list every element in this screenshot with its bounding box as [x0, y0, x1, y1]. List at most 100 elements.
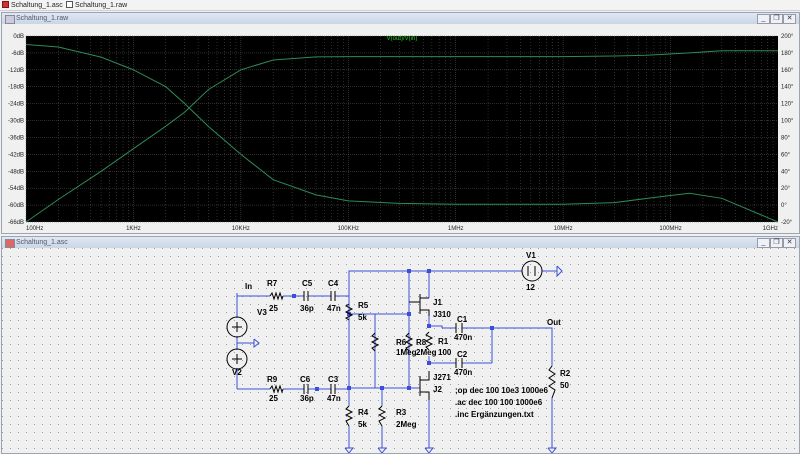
- left-axis-tick-label: -18dB: [8, 85, 24, 91]
- label-c6: C6: [300, 375, 311, 384]
- label-v3: V3: [257, 308, 267, 317]
- schematic-window-icon: [5, 239, 15, 248]
- label-r9: R9: [267, 375, 278, 384]
- label-c6-value: 36p: [300, 394, 314, 403]
- left-axis-tick-label: -42dB: [8, 152, 24, 158]
- label-v1: V1: [526, 251, 536, 260]
- label-r3: R3: [396, 408, 407, 417]
- label-r5-value: 5k: [358, 313, 367, 322]
- label-j2: J2: [433, 385, 442, 394]
- right-axis-tick-label: -20°: [781, 220, 793, 226]
- left-axis-tick-label: -36dB: [8, 135, 24, 141]
- schematic-window: Schaltung_1.asc _ ❐ ✕ In Out R7 25 C5 36…: [1, 236, 800, 454]
- x-axis-tick-label: 100Hz: [26, 226, 43, 232]
- label-v1-value: 12: [526, 283, 535, 292]
- spice-directive-inc[interactable]: .inc Ergänzungen.txt: [455, 410, 534, 419]
- right-axis-tick-label: 160°: [781, 68, 794, 74]
- right-axis-tick-label: 20°: [781, 186, 791, 192]
- schematic-canvas[interactable]: In Out R7 25 C5 36p C4 47n R5 5k R6 1Meg…: [2, 248, 799, 453]
- x-axis-tick-label: 100KHz: [338, 226, 359, 232]
- label-c4-value: 47n: [327, 304, 341, 313]
- close-button[interactable]: ✕: [783, 238, 796, 248]
- label-j2-value: J271: [433, 373, 451, 382]
- x-axis-tick-label: 1KHz: [126, 226, 141, 232]
- label-j1-value: J310: [433, 310, 451, 319]
- label-j1: J1: [433, 298, 442, 307]
- minimize-button[interactable]: _: [757, 14, 770, 24]
- label-out: Out: [547, 318, 561, 327]
- label-r7: R7: [267, 279, 278, 288]
- tab-waveform-label: Schaltung_1.raw: [75, 2, 128, 9]
- label-c3: C3: [328, 375, 339, 384]
- label-r4-value: 5k: [358, 420, 367, 429]
- label-c3-value: 47n: [327, 394, 341, 403]
- label-r6-value: 1Meg: [396, 348, 417, 357]
- left-axis-tick-label: 0dB: [13, 34, 24, 40]
- spice-directive-op[interactable]: ;op dec 100 10e3 1000e6: [455, 386, 549, 395]
- document-tab-bar: Schaltung_1.asc Schaltung_1.raw: [0, 0, 800, 11]
- right-axis-tick-label: 40°: [781, 169, 791, 175]
- schematic-window-title: Schaltung_1.asc: [16, 239, 68, 246]
- x-axis-tick-label: 100MHz: [659, 226, 681, 232]
- label-r6: R6: [396, 338, 407, 347]
- right-axis-tick-label: 140°: [781, 85, 794, 91]
- left-axis-tick-label: -24dB: [8, 102, 24, 108]
- schematic-icon: [2, 1, 9, 8]
- x-axis-tick-label: 10KHz: [232, 226, 250, 232]
- label-r5: R5: [358, 301, 369, 310]
- spice-directive-ac[interactable]: .ac dec 100 100 1000e6: [455, 398, 543, 407]
- waveform-window-title: Schaltung_1.raw: [16, 15, 69, 22]
- label-r3-value: 2Meg: [396, 420, 417, 429]
- left-axis-tick-label: -66dB: [8, 220, 24, 226]
- right-axis-tick-label: 180°: [781, 51, 794, 57]
- restore-button[interactable]: ❐: [770, 238, 783, 248]
- close-button[interactable]: ✕: [783, 14, 796, 24]
- tab-schematic-label: Schaltung_1.asc: [11, 2, 63, 9]
- label-r8: R8: [416, 338, 427, 347]
- minimize-button[interactable]: _: [757, 238, 770, 248]
- label-v2: V2: [232, 368, 242, 377]
- label-c2: C2: [457, 350, 468, 359]
- label-r2-value: 50: [560, 381, 569, 390]
- label-r8-value: 2Meg: [416, 348, 437, 357]
- left-axis-tick-label: -6dB: [11, 51, 24, 57]
- x-axis-tick-label: 10MHz: [554, 226, 573, 232]
- plot-area: [26, 36, 778, 222]
- label-c4: C4: [328, 279, 339, 288]
- label-r9-value: 25: [269, 394, 278, 403]
- left-axis-tick-label: -60dB: [8, 203, 24, 209]
- waveform-window: Schaltung_1.raw _ ❐ ✕ 0dB 200° -6dB 180° -12…: [1, 12, 800, 234]
- label-r2: R2: [560, 369, 571, 378]
- label-c1: C1: [457, 315, 468, 324]
- left-axis-tick-label: -48dB: [8, 169, 24, 175]
- restore-button[interactable]: ❐: [770, 14, 783, 24]
- right-axis-tick-label: 60°: [781, 152, 791, 158]
- waveform-titlebar: Schaltung_1.raw _ ❐ ✕: [2, 13, 799, 24]
- left-axis-tick-label: -54dB: [8, 186, 24, 192]
- label-c5: C5: [302, 279, 313, 288]
- schematic-titlebar: Schaltung_1.asc _ ❐ ✕: [2, 237, 799, 248]
- tab-schematic[interactable]: Schaltung_1.asc: [2, 1, 63, 9]
- left-axis-tick-label: -30dB: [8, 119, 24, 125]
- left-axis-tick-label: -12dB: [8, 68, 24, 74]
- label-r1: R1: [438, 337, 449, 346]
- right-axis-tick-label: 0°: [781, 203, 787, 209]
- x-axis-tick-label: 1MHz: [448, 226, 464, 232]
- label-r7-value: 25: [269, 304, 278, 313]
- waveform-icon: [66, 1, 73, 8]
- right-axis-tick-label: 200°: [781, 34, 794, 40]
- bode-plot[interactable]: 0dB 200° -6dB 180° -12dB 160° -18dB 140° -24dB 12…: [2, 24, 799, 233]
- label-r4: R4: [358, 408, 369, 417]
- right-axis-tick-label: 120°: [781, 102, 794, 108]
- plot-title: V(out)/V(in): [387, 36, 418, 42]
- waveform-window-icon: [5, 15, 15, 24]
- tab-waveform[interactable]: Schaltung_1.raw: [66, 1, 127, 9]
- label-r1-value: 100: [438, 348, 452, 357]
- right-axis-tick-label: 80°: [781, 135, 791, 141]
- label-c1-value: 470n: [454, 333, 472, 342]
- label-in: In: [245, 282, 252, 291]
- right-axis-tick-label: 100°: [781, 119, 794, 125]
- x-axis-tick-label: 1GHz: [763, 226, 778, 232]
- label-c2-value: 470n: [454, 368, 472, 377]
- label-c5-value: 36p: [300, 304, 314, 313]
